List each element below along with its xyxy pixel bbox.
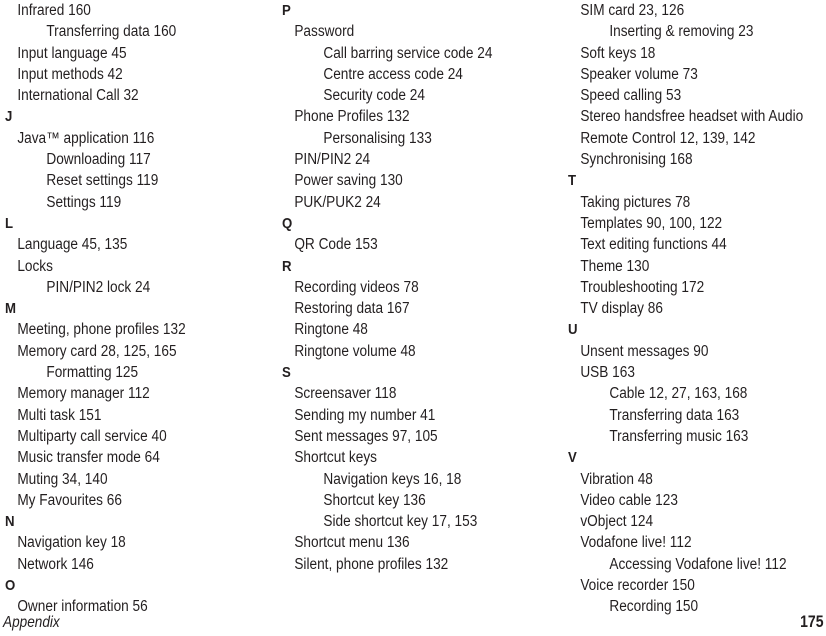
index-entry: Taking pictures 78 — [580, 193, 691, 211]
index-entry: Security code 24 — [323, 87, 425, 105]
index-entry: Muting 34, 140 — [17, 470, 108, 488]
index-entry: My Favourites 66 — [17, 491, 122, 509]
index-entry: Voice recorder 150 — [580, 577, 695, 595]
index-entry: Stereo handsfree headset with Audio — [580, 108, 804, 126]
index-entry: Phone Profiles 132 — [294, 108, 410, 126]
index-entry: Power saving 130 — [294, 172, 403, 190]
index-entry: Infrared 160 — [17, 2, 91, 19]
index-entry: PIN/PIN2 24 — [294, 151, 371, 169]
index-entry: PUK/PUK2 24 — [294, 193, 381, 211]
letter-heading-l: L — [5, 214, 14, 232]
page-number: 175 — [800, 613, 824, 631]
column-2: P Password Call barring service code 24 Cen… — [282, 0, 557, 600]
index-entry: Language 45, 135 — [17, 236, 128, 254]
index-entry: Side shortcut key 17, 153 — [323, 513, 478, 531]
index-entry: Memory manager 112 — [17, 385, 150, 403]
index-entry: Password — [294, 23, 355, 41]
column-1: Infrared 160 Transferring data 160 Input l… — [5, 0, 277, 615]
footer-section-label: Appendix — [3, 614, 60, 631]
index-entry: Unsent messages 90 — [580, 342, 709, 360]
index-entry: SIM card 23, 126 — [580, 2, 685, 19]
letter-heading-t: T — [568, 172, 577, 190]
index-entry: Reset settings 119 — [46, 172, 159, 190]
index-entry: Recording videos 78 — [294, 278, 419, 296]
index-entry: Synchronising 168 — [580, 151, 693, 169]
index-entry: PIN/PIN2 lock 24 — [46, 278, 151, 296]
index-entry: Theme 130 — [580, 257, 650, 275]
index-entry: Remote Control 12, 139, 142 — [580, 129, 756, 147]
index-entry: Text editing functions 44 — [580, 236, 727, 254]
index-entry: Vodafone live! 112 — [580, 534, 692, 552]
index-entry: Shortcut menu 136 — [294, 534, 410, 552]
index-entry: Settings 119 — [46, 193, 122, 211]
letter-heading-m: M — [5, 300, 16, 318]
index-entry: Input methods 42 — [17, 65, 123, 83]
index-entry: Centre access code 24 — [323, 65, 463, 83]
index-entry: Navigation key 18 — [17, 534, 126, 552]
index-entry: TV display 86 — [580, 300, 663, 318]
page-footer: Appendix 175 — [0, 606, 826, 636]
index-entry: Cable 12, 27, 163, 168 — [609, 385, 748, 403]
index-entry: Personalising 133 — [323, 129, 432, 147]
letter-heading-n: N — [5, 513, 15, 531]
letter-heading-j: J — [5, 108, 13, 126]
letter-heading-r: R — [282, 257, 292, 275]
index-entry: International Call 32 — [17, 87, 139, 105]
index-entry: Speaker volume 73 — [580, 65, 698, 83]
index-entry: Templates 90, 100, 122 — [580, 214, 723, 232]
index-entry: Restoring data 167 — [294, 300, 410, 318]
letter-heading-o: O — [5, 577, 16, 595]
index-entry: Transferring data 163 — [609, 406, 740, 424]
index-entry: Network 146 — [17, 555, 94, 573]
index-entry: Silent, phone profiles 132 — [294, 555, 449, 573]
index-entry: Accessing Vodafone live! 112 — [609, 555, 787, 573]
index-entry: Call barring service code 24 — [323, 44, 493, 62]
letter-heading-v: V — [568, 449, 577, 467]
index-entry: Multiparty call service 40 — [17, 427, 167, 445]
index-entry: Transferring music 163 — [609, 427, 749, 445]
index-entry: Locks — [17, 257, 53, 275]
index-entry: Ringtone volume 48 — [294, 342, 416, 360]
index-entry: Multi task 151 — [17, 406, 102, 424]
index-entry: Ringtone 48 — [294, 321, 368, 339]
index-columns: Infrared 160 Transferring data 160 Input l… — [0, 0, 826, 615]
index-entry: Shortcut key 136 — [323, 491, 426, 509]
index-entry: QR Code 153 — [294, 236, 378, 254]
index-entry: Speed calling 53 — [580, 87, 682, 105]
index-entry: Memory card 28, 125, 165 — [17, 342, 177, 360]
index-entry: Soft keys 18 — [580, 44, 656, 62]
index-entry: Inserting & removing 23 — [609, 23, 754, 41]
letter-heading-s: S — [282, 364, 291, 382]
index-entry: Meeting, phone profiles 132 — [17, 321, 186, 339]
index-entry: Input language 45 — [17, 44, 127, 62]
index-entry: Troubleshooting 172 — [580, 278, 705, 296]
index-entry: Java™ application 116 — [17, 129, 155, 147]
index-entry: Sending my number 41 — [294, 406, 436, 424]
index-entry: Formatting 125 — [46, 364, 139, 382]
index-entry: Navigation keys 16, 18 — [323, 470, 462, 488]
index-entry: Downloading 117 — [46, 151, 151, 169]
index-entry: Vibration 48 — [580, 470, 653, 488]
letter-heading-p: P — [282, 2, 291, 19]
index-entry: Music transfer mode 64 — [17, 449, 160, 467]
index-entry: Screensaver 118 — [294, 385, 397, 403]
index-entry: Shortcut keys — [294, 449, 377, 467]
letter-heading-q: Q — [282, 214, 293, 232]
letter-heading-u: U — [568, 321, 578, 339]
index-entry: Transferring data 160 — [46, 23, 177, 41]
index-entry: vObject 124 — [580, 513, 654, 531]
index-entry: Video cable 123 — [580, 491, 678, 509]
index-entry: Sent messages 97, 105 — [294, 427, 438, 445]
index-entry: USB 163 — [580, 364, 635, 382]
column-3: SIM card 23, 126 Inserting & removing 23 S… — [568, 0, 826, 615]
index-page: Infrared 160 Transferring data 160 Input l… — [0, 0, 826, 636]
